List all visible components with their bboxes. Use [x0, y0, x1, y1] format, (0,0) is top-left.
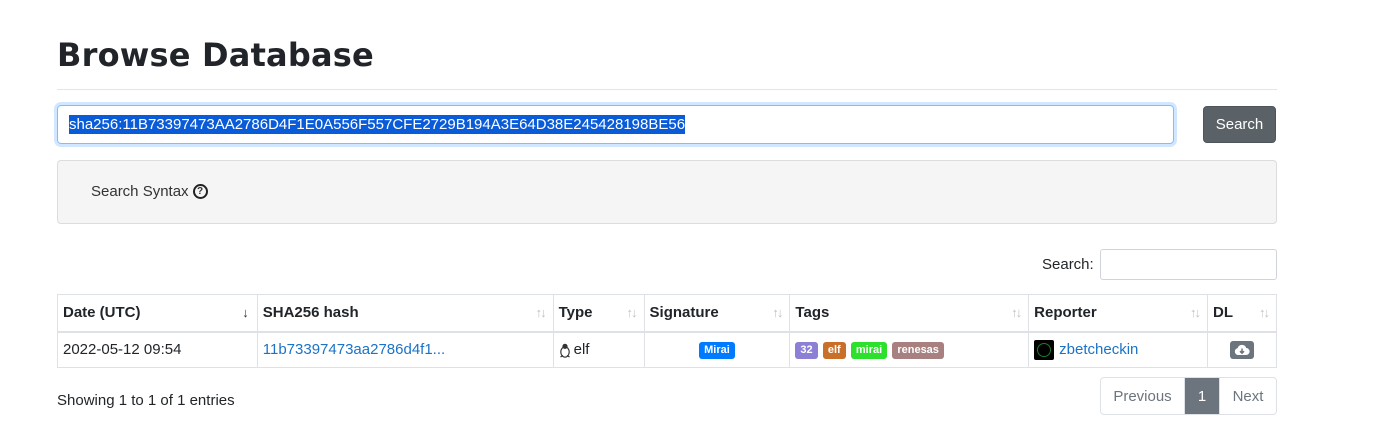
- table-info: Showing 1 to 1 of 1 entries: [57, 392, 235, 409]
- column-header-sha256[interactable]: SHA256 hash ↑↓: [256, 294, 554, 333]
- sort-icon: ↑↓: [535, 305, 547, 320]
- sort-icon: ↑↓: [626, 305, 638, 320]
- cell-sha256: 11b73397473aa2786d4f1...: [256, 331, 554, 368]
- page-title: Browse Database: [57, 36, 374, 74]
- table-filter-label: Search:: [1042, 256, 1094, 273]
- search-input-value: sha256:11B73397473AA2786D4F1E0A556F557CF…: [69, 115, 686, 134]
- column-header-signature[interactable]: Signature ↑↓: [643, 294, 791, 333]
- results-table: Date (UTC) ↓ SHA256 hash ↑↓ Type ↑↓ Signatu…: [57, 294, 1277, 368]
- column-header-date[interactable]: Date (UTC) ↓: [57, 294, 258, 333]
- tag-badge[interactable]: renesas: [892, 341, 944, 359]
- pagination: Previous 1 Next: [1100, 377, 1277, 415]
- previous-page-button[interactable]: Previous: [1101, 378, 1185, 414]
- cell-reporter: zbetcheckin: [1028, 331, 1209, 368]
- sha256-link[interactable]: 11b73397473aa2786d4f1...: [263, 341, 445, 358]
- column-header-tags[interactable]: Tags ↑↓: [789, 294, 1030, 333]
- cell-dl: [1207, 331, 1277, 368]
- sort-icon: ↑↓: [772, 305, 783, 320]
- linux-tux-icon: [559, 343, 570, 358]
- cell-tags: 32 elf mirai renesas: [789, 331, 1030, 368]
- search-syntax-label: Search Syntax: [91, 183, 189, 200]
- avatar: [1034, 339, 1055, 360]
- next-page-button[interactable]: Next: [1219, 378, 1276, 414]
- title-divider: [57, 89, 1277, 90]
- cloud-download-icon: [1234, 344, 1250, 355]
- cell-signature: Mirai: [643, 331, 791, 368]
- search-syntax-toggle[interactable]: Search Syntax ?: [91, 183, 208, 200]
- sort-icon: ↑↓: [1259, 305, 1270, 320]
- column-header-reporter[interactable]: Reporter ↑↓: [1028, 294, 1209, 333]
- search-syntax-panel: Search Syntax ?: [57, 160, 1277, 224]
- cell-date: 2022-05-12 09:54: [57, 331, 258, 368]
- sort-icon: ↑↓: [1190, 305, 1201, 320]
- sort-desc-icon: ↓: [242, 305, 249, 320]
- search-input[interactable]: sha256:11B73397473AA2786D4F1E0A556F557CF…: [57, 105, 1174, 144]
- type-label: elf: [573, 341, 590, 359]
- sort-icon: ↑↓: [1011, 305, 1022, 320]
- tag-badge[interactable]: elf: [822, 341, 846, 359]
- signature-badge[interactable]: Mirai: [699, 341, 735, 359]
- search-button[interactable]: Search: [1203, 106, 1276, 143]
- download-button[interactable]: [1230, 340, 1254, 359]
- column-header-type[interactable]: Type ↑↓: [552, 294, 645, 333]
- table-filter-input[interactable]: [1100, 249, 1277, 280]
- page-1-button[interactable]: 1: [1185, 378, 1219, 414]
- table-row: 2022-05-12 09:54 11b73397473aa2786d4f1..…: [57, 331, 1277, 368]
- tag-badge[interactable]: mirai: [850, 341, 888, 359]
- tag-badge[interactable]: 32: [795, 341, 818, 359]
- column-header-dl[interactable]: DL ↑↓: [1207, 294, 1277, 333]
- cell-type: elf: [552, 331, 645, 368]
- reporter-link[interactable]: zbetcheckin: [1059, 341, 1138, 358]
- table-header-row: Date (UTC) ↓ SHA256 hash ↑↓ Type ↑↓ Signatu…: [57, 294, 1277, 333]
- question-circle-icon: ?: [192, 184, 208, 199]
